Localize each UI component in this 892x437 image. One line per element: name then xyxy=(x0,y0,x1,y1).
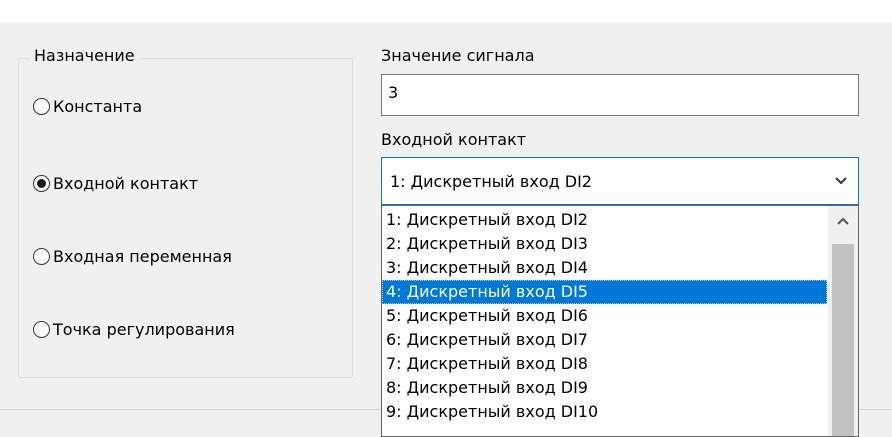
combobox-selected-value: 1: Дискретный вход DI2 xyxy=(390,172,592,191)
dropdown-option[interactable]: 8: Дискретный вход DI9 xyxy=(382,376,827,400)
chevron-up-icon[interactable] xyxy=(828,206,858,236)
signal-value-label: Значение сигнала xyxy=(381,46,535,65)
dropdown-option[interactable]: 2: Дискретный вход DI3 xyxy=(382,232,827,256)
signal-value-input[interactable]: 3 xyxy=(381,74,859,116)
dropdown-option[interactable]: 1: Дискретный вход DI2 xyxy=(382,208,827,232)
scroll-up-button[interactable] xyxy=(828,206,858,236)
dropdown-option-highlighted[interactable]: 4: Дискретный вход DI5 xyxy=(382,280,827,304)
dropdown-option[interactable]: 9: Дискретный вход DI10 xyxy=(382,400,827,424)
radio-control-point-label: Точка регулирования xyxy=(53,319,235,339)
radio-control-point[interactable]: Точка регулирования xyxy=(33,317,235,341)
radio-input-contact-label: Входной контакт xyxy=(53,173,199,193)
dropdown-options: 1: Дискретный вход DI2 2: Дискретный вхо… xyxy=(382,208,827,424)
radio-constant-label: Константа xyxy=(53,96,143,116)
radio-button-icon[interactable] xyxy=(33,247,50,265)
input-contact-combobox[interactable]: 1: Дискретный вход DI2 xyxy=(381,157,859,205)
top-strip xyxy=(0,0,892,22)
scrollbar-thumb[interactable] xyxy=(832,244,854,436)
assignment-group-legend: Назначение xyxy=(30,46,139,65)
radio-button-icon[interactable] xyxy=(33,320,50,338)
chevron-down-icon[interactable] xyxy=(830,170,852,192)
radio-input-contact[interactable]: Входной контакт xyxy=(33,171,198,195)
dropdown-option[interactable]: 6: Дискретный вход DI7 xyxy=(382,328,827,352)
radio-button-icon[interactable] xyxy=(33,97,50,115)
radio-constant[interactable]: Константа xyxy=(33,94,142,118)
input-contact-dropdown-list[interactable]: 1: Дискретный вход DI2 2: Дискретный вхо… xyxy=(381,205,859,437)
dropdown-scrollbar[interactable] xyxy=(828,206,858,436)
dialog-window: Назначение Константа Входной контакт Вхо… xyxy=(0,0,892,437)
dropdown-option[interactable]: 3: Дискретный вход DI4 xyxy=(382,256,827,280)
input-contact-label: Входной контакт xyxy=(381,130,527,149)
dropdown-option[interactable]: 7: Дискретный вход DI8 xyxy=(382,352,827,376)
dropdown-option[interactable]: 5: Дискретный вход DI6 xyxy=(382,304,827,328)
radio-button-checked-icon[interactable] xyxy=(33,174,50,192)
radio-input-variable-label: Входная переменная xyxy=(53,246,232,266)
radio-input-variable[interactable]: Входная переменная xyxy=(33,244,232,268)
